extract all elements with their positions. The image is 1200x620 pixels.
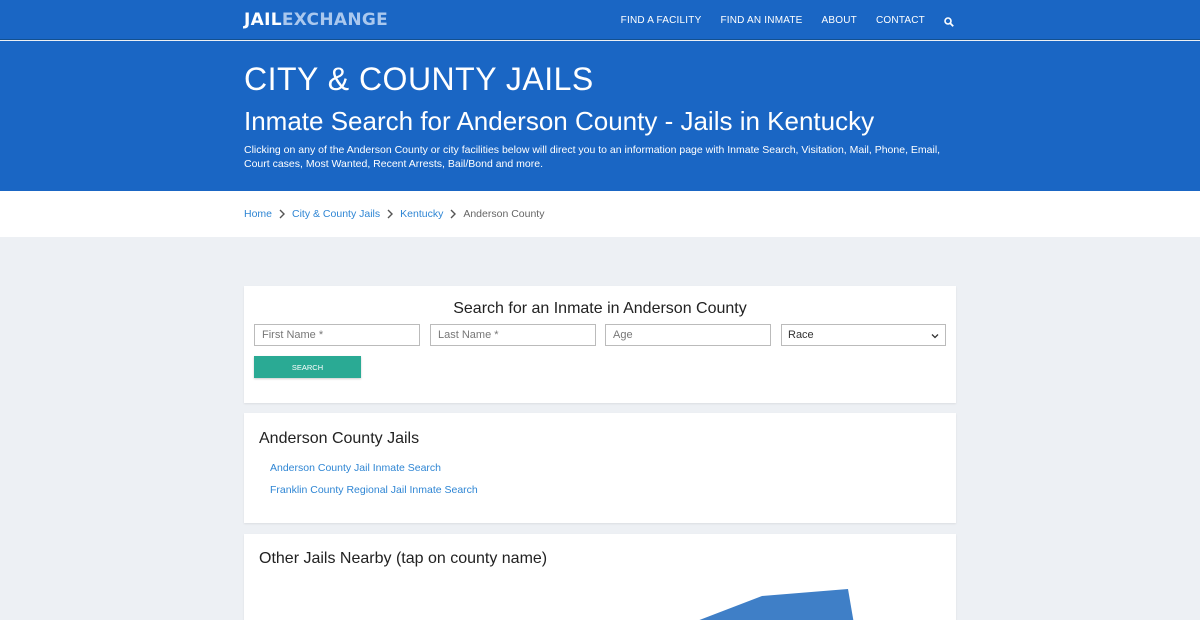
breadcrumb-home[interactable]: Home — [244, 208, 272, 220]
page-title: CITY & COUNTY JAILS — [244, 61, 594, 97]
page-subtitle: Inmate Search for Anderson County - Jail… — [244, 106, 875, 136]
county-map-region[interactable] — [689, 589, 854, 620]
search-card-title: Search for an Inmate in Anderson County — [453, 300, 747, 317]
nav-find-inmate[interactable]: FIND AN INMATE — [720, 15, 802, 26]
breadcrumb-bar: Home City & County Jails Kentucky Anders… — [0, 191, 1200, 237]
logo-text-exchange: EXCHANGE — [281, 10, 389, 30]
search-button[interactable]: SEARCH — [254, 356, 361, 378]
chevron-right-icon — [279, 209, 286, 219]
county-map[interactable] — [244, 534, 956, 620]
list-item: Franklin County Regional Jail Inmate Sea… — [270, 484, 478, 506]
site-logo[interactable]: JAILEXCHANGE — [244, 10, 388, 30]
breadcrumb-current: Anderson County — [463, 208, 545, 220]
nav-about[interactable]: ABOUT — [822, 15, 857, 26]
jail-link[interactable]: Franklin County Regional Jail Inmate Sea… — [270, 484, 478, 496]
county-jails-card: Anderson County Jails Anderson County Ja… — [244, 413, 956, 523]
race-select[interactable]: Race — [781, 324, 946, 346]
nav-contact[interactable]: CONTACT — [876, 15, 925, 26]
hero-description: Clicking on any of the Anderson County o… — [244, 144, 941, 170]
first-name-input[interactable] — [254, 324, 420, 346]
nav-find-facility[interactable]: FIND A FACILITY — [621, 15, 702, 26]
breadcrumb: Home City & County Jails Kentucky Anders… — [244, 208, 544, 220]
nearby-jails-card: Other Jails Nearby (tap on county name) — [244, 534, 956, 620]
inmate-search-card: Search for an Inmate in Anderson County … — [244, 286, 956, 403]
list-item: Anderson County Jail Inmate Search — [270, 462, 478, 484]
chevron-right-icon — [450, 209, 457, 219]
age-input[interactable] — [605, 324, 771, 346]
nav-links: FIND A FACILITY FIND AN INMATE ABOUT CON… — [602, 0, 956, 40]
breadcrumb-kentucky[interactable]: Kentucky — [400, 208, 443, 220]
last-name-input[interactable] — [430, 324, 596, 346]
county-jails-title: Anderson County Jails — [259, 430, 420, 447]
search-icon[interactable] — [944, 14, 956, 27]
race-select-value: Race — [788, 329, 814, 341]
jail-link[interactable]: Anderson County Jail Inmate Search — [270, 462, 441, 474]
hero-banner: CITY & COUNTY JAILS Inmate Search for An… — [0, 41, 1200, 191]
breadcrumb-city-county-jails[interactable]: City & County Jails — [292, 208, 380, 220]
chevron-right-icon — [387, 209, 394, 219]
logo-text-jail: JAIL — [244, 10, 282, 30]
top-navbar: JAILEXCHANGE FIND A FACILITY FIND AN INM… — [0, 0, 1200, 40]
jail-list: Anderson County Jail Inmate Search Frank… — [270, 462, 478, 506]
chevron-down-icon — [931, 331, 939, 339]
